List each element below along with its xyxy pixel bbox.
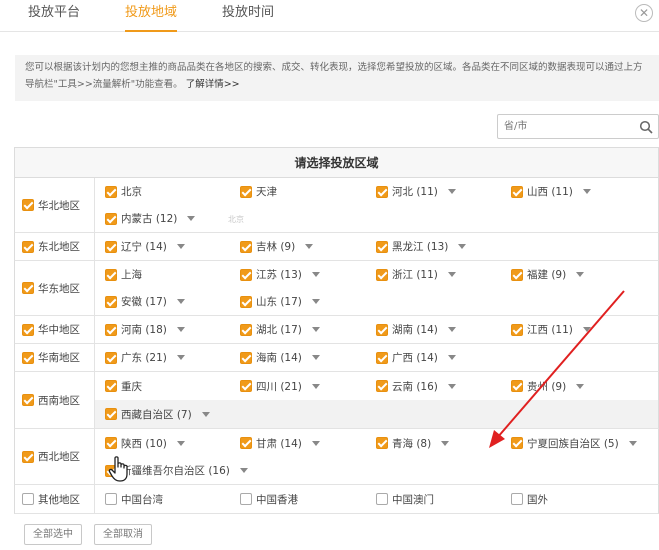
chevron-down-icon[interactable] [311, 299, 320, 304]
region-row-south: 华南地区 广东 (21) 海南 (14) 广西 (14) [14, 344, 659, 372]
chevron-down-icon[interactable] [176, 244, 185, 249]
chevron-down-icon[interactable] [447, 355, 456, 360]
province-item[interactable]: 湖南 (14) [376, 322, 456, 337]
province-item[interactable]: 河南 (18) [105, 322, 185, 337]
chevron-down-icon[interactable] [576, 383, 585, 389]
chevron-down-icon[interactable] [187, 216, 196, 221]
province-item[interactable]: 国外 [511, 492, 548, 507]
province-item[interactable]: 天津 [240, 184, 277, 199]
chevron-down-icon[interactable] [305, 244, 314, 249]
province-item[interactable]: 中国台湾 [105, 492, 163, 507]
tab-region[interactable]: 投放地域 [125, 6, 178, 32]
select-all-button[interactable]: 全部选中 [24, 524, 82, 545]
region-search [497, 114, 659, 139]
region-row-southwest: 西南地区 重庆 四川 (21) 云南 (16) 贵州 (9) 西藏自治区 (7) [14, 372, 659, 429]
table-header: 请选择投放区域 [14, 147, 659, 178]
chevron-down-icon[interactable] [239, 468, 248, 473]
province-item[interactable]: 贵州 (9) [511, 379, 585, 394]
province-item[interactable]: 湖北 (17) [240, 322, 320, 337]
province-item[interactable]: 中国香港 [240, 492, 298, 507]
region-row-north: 华北地区 北京 天津 河北 (11) 山西 (11) 内蒙古 (12) 北京 [14, 178, 659, 233]
province-item[interactable]: 山西 (11) [511, 184, 591, 199]
region-row-northeast: 东北地区 辽宁 (14) 吉林 (9) 黑龙江 (13) [14, 233, 659, 261]
province-item[interactable]: 广西 (14) [376, 350, 456, 365]
chevron-down-icon[interactable] [441, 440, 450, 446]
chevron-down-icon[interactable] [311, 327, 320, 332]
chevron-down-icon[interactable] [628, 440, 637, 446]
province-item[interactable]: 上海 [105, 267, 142, 282]
chevron-down-icon[interactable] [311, 383, 320, 389]
chevron-down-icon[interactable] [447, 189, 456, 194]
province-item[interactable]: 中国澳门 [376, 492, 434, 507]
province-item[interactable]: 内蒙古 (12) [105, 211, 196, 226]
province-item[interactable]: 浙江 (11) [376, 267, 456, 282]
chevron-down-icon[interactable] [176, 355, 185, 360]
province-item[interactable]: 广东 (21) [105, 350, 185, 365]
province-item[interactable]: 云南 (16) [376, 379, 456, 394]
province-item[interactable]: 黑龙江 (13) [376, 239, 467, 254]
province-item[interactable]: 西藏自治区 (7) [105, 407, 210, 422]
province-item[interactable]: 福建 (9) [511, 267, 585, 282]
province-item[interactable]: 江苏 (13) [240, 267, 320, 282]
chevron-down-icon[interactable] [311, 440, 320, 446]
chevron-down-icon[interactable] [458, 244, 467, 249]
chevron-down-icon[interactable] [201, 411, 210, 417]
chevron-down-icon[interactable] [582, 327, 591, 332]
province-item[interactable]: 青海 (8) [376, 436, 450, 451]
chevron-down-icon[interactable] [311, 272, 320, 277]
province-item[interactable]: 宁夏回族自治区 (5) [511, 436, 637, 451]
province-item[interactable]: 河北 (11) [376, 184, 456, 199]
tab-bar: 投放平台 投放地域 投放时间 ✕ [0, 0, 659, 32]
province-item[interactable]: 海南 (14) [240, 350, 320, 365]
chevron-down-icon[interactable] [447, 383, 456, 389]
province-item[interactable]: 山东 (17) [240, 294, 320, 309]
hand-cursor-icon [108, 456, 128, 482]
chevron-down-icon[interactable] [576, 272, 585, 277]
region-row-other: 其他地区 中国台湾 中国香港 中国澳门 国外 [14, 485, 659, 514]
search-icon[interactable] [639, 120, 653, 134]
chevron-down-icon[interactable] [176, 327, 185, 332]
tab-platform[interactable]: 投放平台 [28, 6, 80, 32]
chevron-down-icon[interactable] [582, 189, 591, 194]
province-item[interactable]: 江西 (11) [511, 322, 591, 337]
region-row-east: 华东地区 上海 江苏 (13) 浙江 (11) 福建 (9) 安徽 (17) 山… [14, 261, 659, 316]
province-item[interactable]: 吉林 (9) [240, 239, 314, 254]
province-item[interactable]: 甘肃 (14) [240, 436, 320, 451]
chevron-down-icon[interactable] [311, 355, 320, 360]
province-item[interactable]: 重庆 [105, 379, 142, 394]
learn-more-link[interactable]: 了解详情>> [186, 79, 240, 90]
search-input[interactable] [498, 115, 632, 138]
province-item[interactable]: 安徽 (17) [105, 294, 185, 309]
faint-text: 北京 [228, 215, 244, 224]
province-item[interactable]: 陕西 (10) [105, 436, 185, 451]
info-notice: 您可以根据该计划内的您想主推的商品品类在各地区的搜索、成交、转化表现，选择您希望… [15, 55, 659, 101]
notice-text: 您可以根据该计划内的您想主推的商品品类在各地区的搜索、成交、转化表现，选择您希望… [25, 62, 643, 90]
province-item[interactable]: 北京 [105, 184, 142, 199]
region-row-central: 华中地区 河南 (18) 湖北 (17) 湖南 (14) 江西 (11) [14, 316, 659, 344]
chevron-down-icon[interactable] [447, 327, 456, 332]
province-item[interactable]: 四川 (21) [240, 379, 320, 394]
tab-time[interactable]: 投放时间 [222, 6, 274, 32]
chevron-down-icon[interactable] [176, 299, 185, 304]
chevron-down-icon[interactable] [176, 440, 185, 446]
chevron-down-icon[interactable] [447, 272, 456, 277]
province-item[interactable]: 辽宁 (14) [105, 239, 185, 254]
close-icon[interactable]: ✕ [635, 4, 653, 22]
cancel-all-button[interactable]: 全部取消 [94, 524, 152, 545]
